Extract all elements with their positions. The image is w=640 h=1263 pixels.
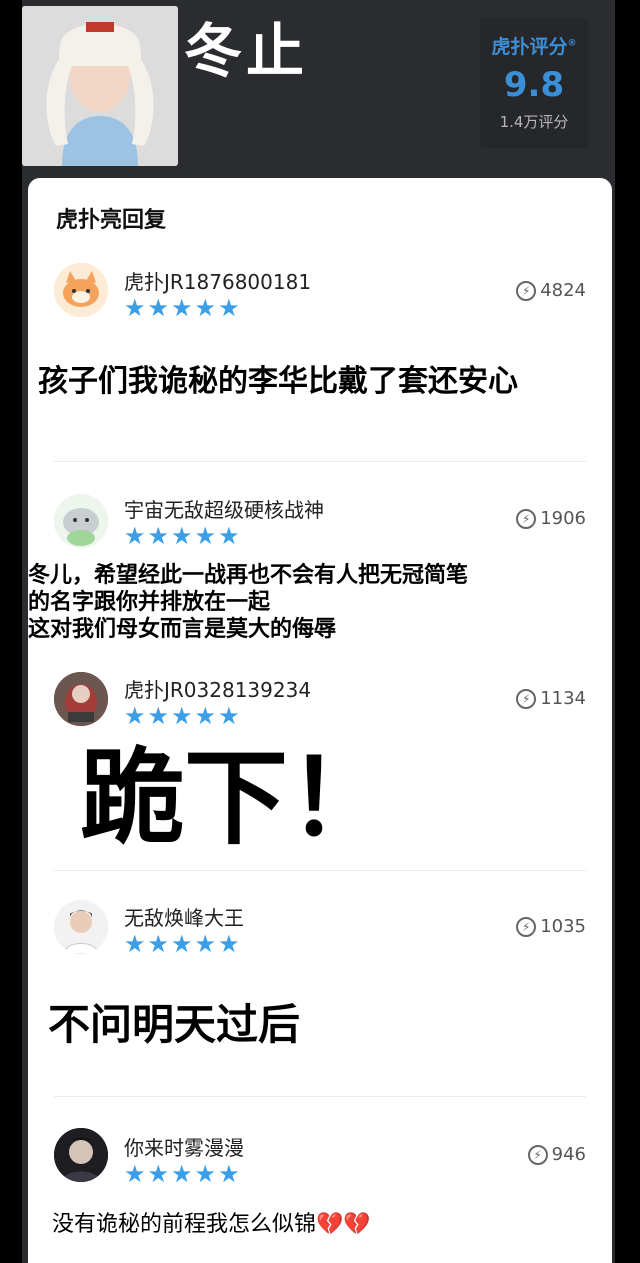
star-rating: ★★★★★ <box>124 1160 242 1188</box>
rating-score: 9.8 <box>503 65 565 105</box>
user-avatar[interactable] <box>54 263 108 317</box>
rating-count: 1.4万评分 <box>499 113 569 131</box>
reply-text: 跪下！ <box>80 737 393 859</box>
like-count-value: 1134 <box>540 688 586 709</box>
reply-text: 孩子们我诡秘的李华比戴了套还安心 <box>38 364 518 399</box>
reply-text: 冬儿，希望经此一战再也不会有人把无冠简笔 的名字跟你并排放在一起 这对我们母女而… <box>28 562 468 643</box>
cover-photo <box>22 6 178 166</box>
lightbulb-icon: ⚡ <box>516 688 537 709</box>
rating-brand-name: 虎扑评分 <box>491 36 568 58</box>
username[interactable]: 虎扑JR0328139234 <box>124 674 311 703</box>
like-count[interactable]: ⚡ 946 <box>527 1144 586 1165</box>
username[interactable]: 虎扑JR1876800181 <box>124 266 311 295</box>
replies-card: 虎扑亮回复 虎扑JR1876800181 ★★★★★ ⚡ 4824 孩子们我诡秘… <box>28 178 612 1263</box>
like-count[interactable]: ⚡ 1906 <box>516 508 586 529</box>
like-count[interactable]: ⚡ 1134 <box>516 688 586 709</box>
rating-brand: 虎扑评分® <box>480 32 588 59</box>
divider <box>54 1096 586 1097</box>
lightbulb-icon: ⚡ <box>516 508 537 529</box>
username[interactable]: 你来时雾漫漫 <box>124 1132 244 1161</box>
like-count-value: 4824 <box>540 280 586 301</box>
divider <box>54 461 586 462</box>
user-avatar[interactable] <box>54 900 108 954</box>
lightbulb-icon: ⚡ <box>527 1144 548 1165</box>
divider <box>54 870 586 871</box>
reply-text-line: 冬儿，希望经此一战再也不会有人把无冠简笔 <box>28 563 469 588</box>
card-title: 虎扑亮回复 <box>56 208 167 233</box>
user-avatar[interactable] <box>54 672 108 726</box>
lightbulb-icon: ⚡ <box>516 916 537 937</box>
user-avatar[interactable] <box>54 494 108 548</box>
reply-text: 没有诡秘的前程我怎么似锦💔💔 <box>52 1212 371 1237</box>
like-count[interactable]: ⚡ 1035 <box>516 916 586 937</box>
star-rating: ★★★★★ <box>124 294 242 322</box>
like-count-value: 1906 <box>540 508 586 529</box>
user-avatar[interactable] <box>54 1128 108 1182</box>
star-rating: ★★★★★ <box>124 930 242 958</box>
like-count-value: 946 <box>551 1144 586 1165</box>
reply-text-line: 这对我们母女而言是莫大的侮辱 <box>28 617 337 642</box>
username[interactable]: 无敌焕峰大王 <box>124 902 244 931</box>
like-count-value: 1035 <box>540 916 586 937</box>
registered-mark: ® <box>567 38 577 49</box>
lightbulb-icon: ⚡ <box>516 280 537 301</box>
star-rating: ★★★★★ <box>124 522 242 550</box>
like-count[interactable]: ⚡ 4824 <box>516 280 586 301</box>
star-rating: ★★★★★ <box>124 702 242 730</box>
rating-box: 虎扑评分® 9.8 1.4万评分 <box>480 18 588 148</box>
username[interactable]: 宇宙无敌超级硬核战神 <box>124 494 324 523</box>
page-title: 冬止 <box>184 17 309 85</box>
reply-text-line: 的名字跟你并排放在一起 <box>28 590 271 615</box>
reply-text: 不问明天过后 <box>48 1000 301 1049</box>
